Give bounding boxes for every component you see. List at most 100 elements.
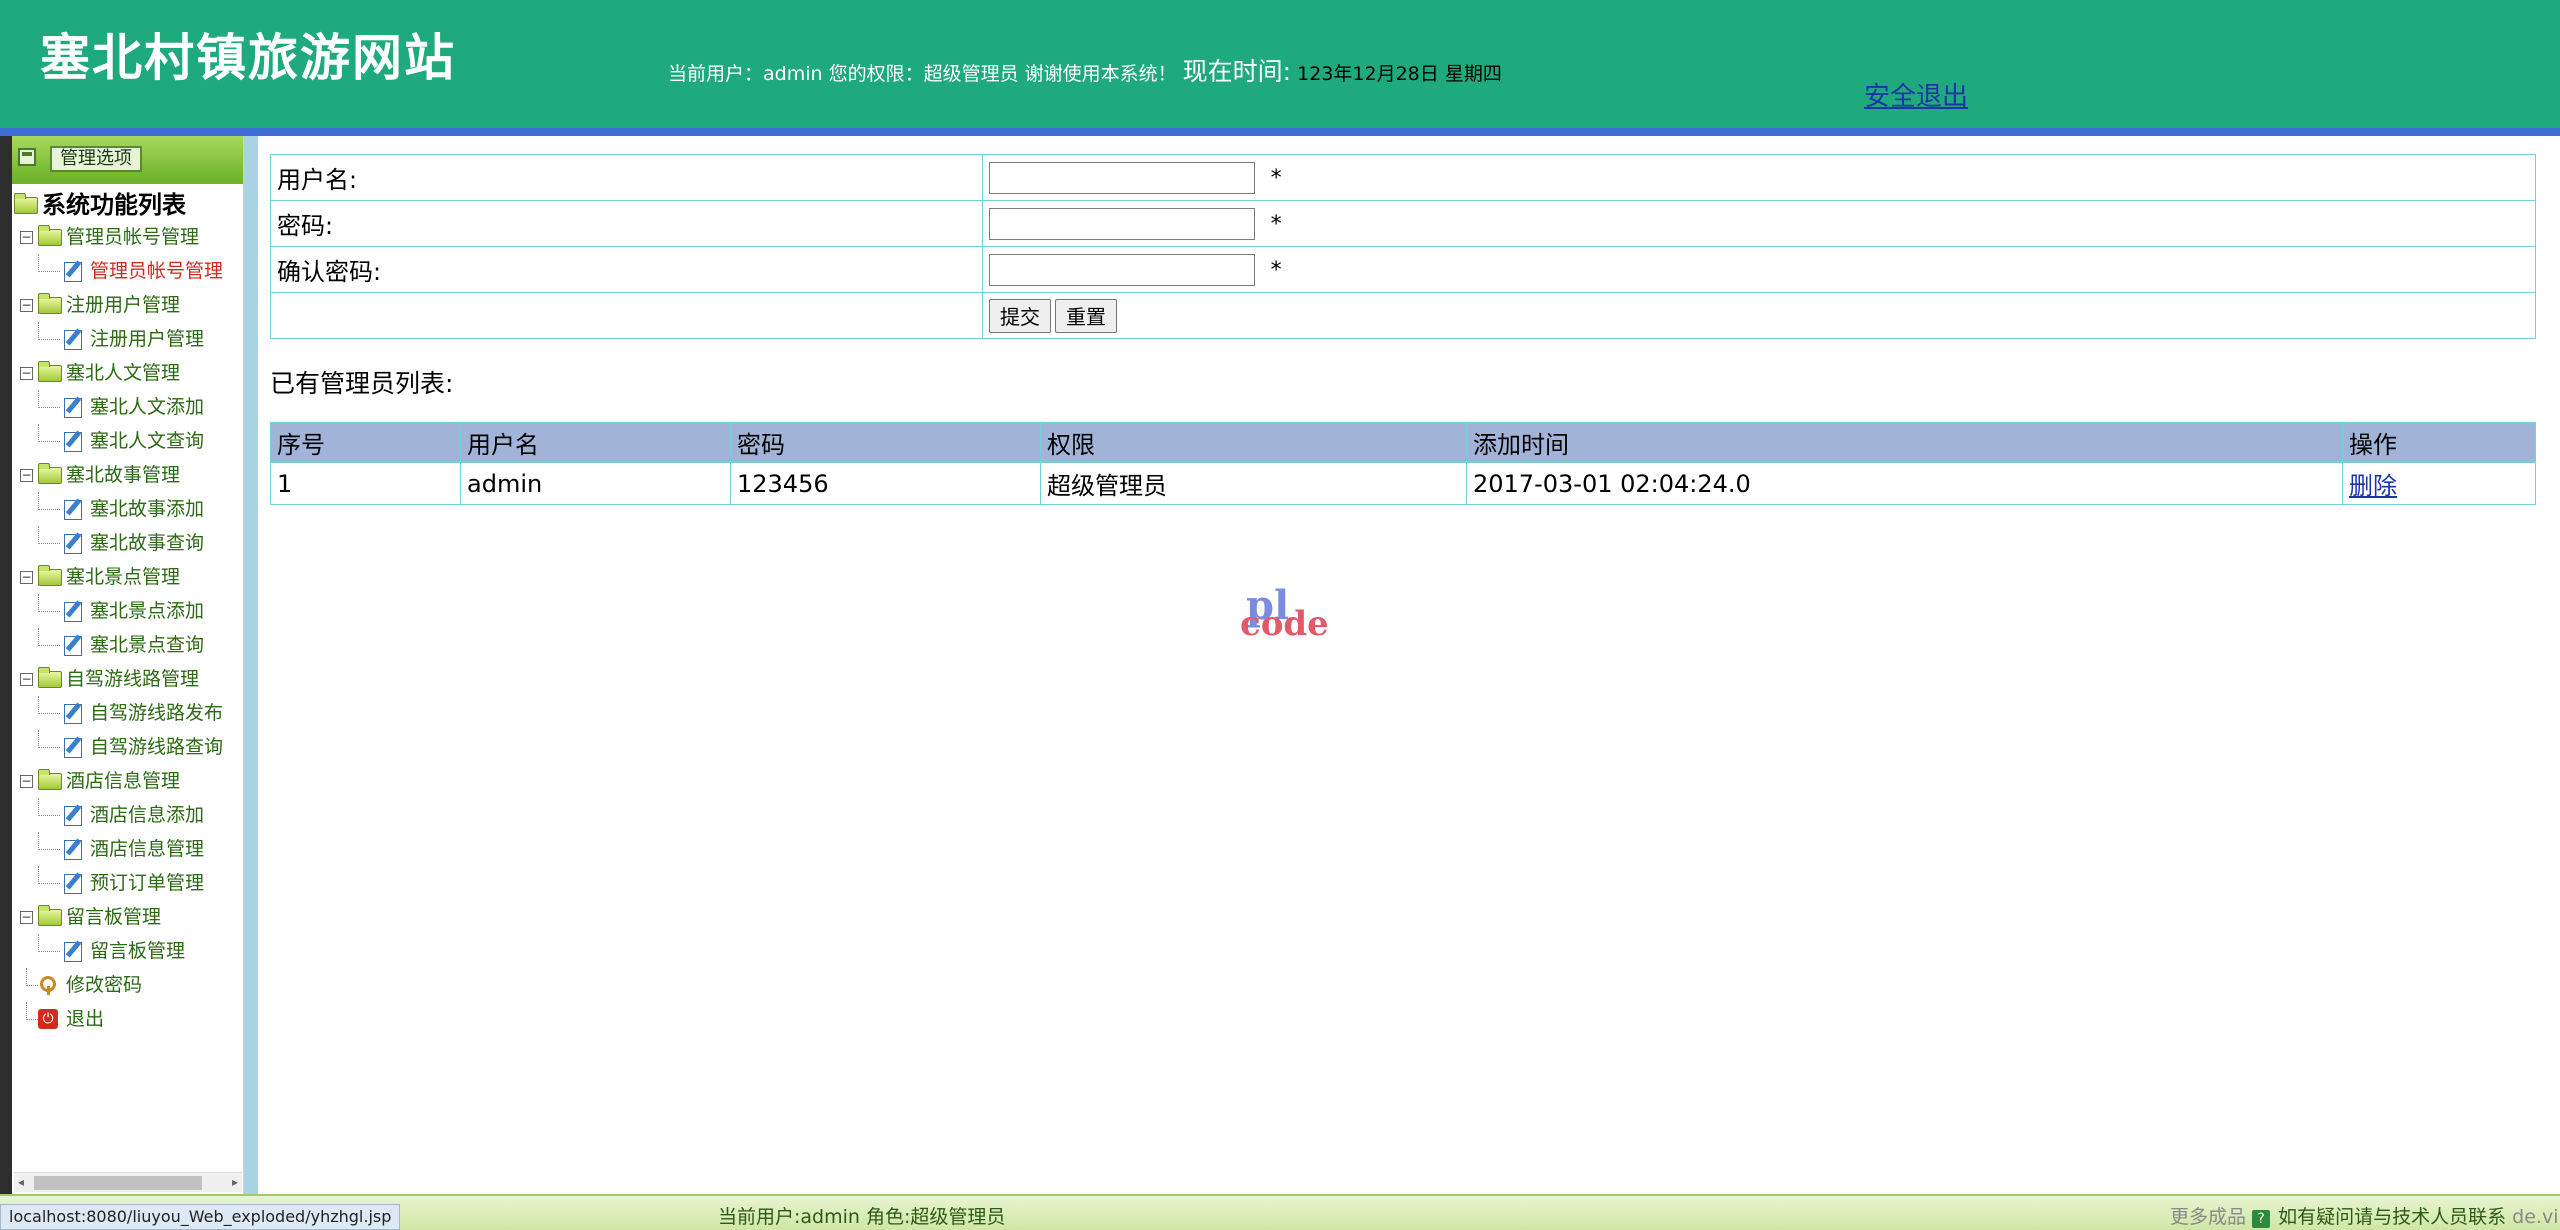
tree-item-self-drive-query[interactable]: 自驾游线路查询 (12, 730, 243, 764)
tree-item-culture-query[interactable]: 塞北人文查询 (12, 424, 243, 458)
header-divider (0, 128, 2560, 136)
password-input[interactable] (989, 207, 1255, 240)
tree-item-label: 管理员帐号管理 (90, 260, 224, 282)
collapse-icon[interactable]: − (20, 367, 33, 380)
column-header-action: 操作 (2342, 422, 2536, 463)
required-mark: * (1270, 211, 1282, 237)
tree-item-label: 酒店信息管理 (90, 838, 205, 860)
tree-group-registered-users[interactable]: − 注册用户管理 (12, 288, 243, 322)
admin-list-table: 序号 用户名 密码 权限 添加时间 操作 1 admin 123456 超级管理… (270, 422, 2536, 505)
calculator-icon (18, 148, 36, 166)
tree-group-culture[interactable]: − 塞北人文管理 (12, 356, 243, 390)
question-icon: ? (2252, 1210, 2271, 1228)
tree-item-label: 留言板管理 (90, 940, 186, 962)
tree-item-change-password[interactable]: 修改密码 (12, 968, 243, 1002)
tree-item-registered-users-manage[interactable]: 注册用户管理 (12, 322, 243, 356)
collapse-icon[interactable]: − (20, 571, 33, 584)
tree-connector (38, 730, 60, 748)
tree-group-hotel[interactable]: − 酒店信息管理 (12, 764, 243, 798)
user-info: 当前用户：admin 您的权限：超级管理员 谢谢使用本系统！ 现在时间: 123… (668, 52, 1502, 88)
tree-group-label: 塞北人文管理 (66, 362, 181, 384)
tree-item-guestbook-manage[interactable]: 留言板管理 (12, 934, 243, 968)
sidebar: 管理选项 系统功能列表 − 管理员帐号管理 管理员帐号管理 − 注册用户管理 注… (12, 136, 244, 1194)
tree-group-label: 酒店信息管理 (66, 770, 181, 792)
tree-item-booking-manage[interactable]: 预订订单管理 (12, 866, 243, 900)
tree-group-attractions[interactable]: − 塞北景点管理 (12, 560, 243, 594)
collapse-icon[interactable]: − (20, 299, 33, 312)
reset-button[interactable]: 重置 (1055, 298, 1117, 333)
manage-options-button[interactable]: 管理选项 (50, 146, 142, 172)
tree-group-self-drive[interactable]: − 自驾游线路管理 (12, 662, 243, 696)
tree-item-label: 自驾游线路查询 (90, 736, 224, 758)
main-content: 用户名: * 密码: * 确认密码: * 提交 重置 已有管理员列表: 序号 用… (258, 136, 2560, 1194)
logout-link[interactable]: 安全退出 (1864, 76, 1968, 113)
edit-doc-icon (64, 262, 82, 282)
tree-item-label: 塞北故事添加 (90, 498, 205, 520)
cell-role: 超级管理员 (1040, 462, 1467, 505)
submit-button[interactable]: 提交 (989, 298, 1051, 333)
sidebar-horizontal-scrollbar[interactable]: ◂ ▸ (14, 1172, 242, 1192)
tree-item-stories-query[interactable]: 塞北故事查询 (12, 526, 243, 560)
column-header-username: 用户名 (460, 422, 731, 463)
folder-open-icon (38, 361, 62, 382)
tree-item-label: 塞北景点查询 (90, 634, 205, 656)
tree-connector (38, 832, 60, 850)
edit-doc-icon (64, 840, 82, 860)
password-label: 密码: (270, 200, 983, 247)
time-value: 123年12月28日 星期四 (1297, 63, 1502, 85)
collapse-icon[interactable]: − (20, 673, 33, 686)
tree-root[interactable]: 系统功能列表 (12, 190, 243, 220)
time-label: 现在时间: (1182, 57, 1292, 86)
collapse-icon[interactable]: − (20, 469, 33, 482)
form-row-password: 密码: * (270, 200, 2536, 247)
tree-item-hotel-add[interactable]: 酒店信息添加 (12, 798, 243, 832)
tree-connector (38, 628, 60, 646)
cell-action: 删除 (2342, 462, 2536, 505)
edit-doc-icon (64, 602, 82, 622)
tree-item-hotel-manage[interactable]: 酒店信息管理 (12, 832, 243, 866)
tree-item-stories-add[interactable]: 塞北故事添加 (12, 492, 243, 526)
scrollbar-thumb[interactable] (34, 1176, 202, 1190)
tree-connector (38, 322, 60, 340)
tree-group-admin-account[interactable]: − 管理员帐号管理 (12, 220, 243, 254)
user-info-text: 当前用户：admin 您的权限：超级管理员 谢谢使用本系统！ (668, 63, 1177, 85)
cell-password: 123456 (730, 462, 1041, 505)
tree-connector (38, 798, 60, 816)
tree-group-guestbook[interactable]: − 留言板管理 (12, 900, 243, 934)
tree-item-self-drive-publish[interactable]: 自驾游线路发布 (12, 696, 243, 730)
scroll-right-arrow-icon[interactable]: ▸ (232, 1175, 238, 1189)
collapse-icon[interactable]: − (20, 231, 33, 244)
tree-connector (38, 594, 60, 612)
tree-connector (26, 1002, 38, 1020)
tree-group-stories[interactable]: − 塞北故事管理 (12, 458, 243, 492)
form-row-buttons: 提交 重置 (270, 292, 2536, 339)
collapse-icon[interactable]: − (20, 775, 33, 788)
sidebar-header: 管理选项 (12, 136, 243, 180)
tree-item-attractions-add[interactable]: 塞北景点添加 (12, 594, 243, 628)
tree-item-culture-add[interactable]: 塞北人文添加 (12, 390, 243, 424)
tree-connector (38, 424, 60, 442)
scroll-left-arrow-icon[interactable]: ◂ (18, 1175, 24, 1189)
tree-connector (38, 696, 60, 714)
edit-doc-icon (64, 806, 82, 826)
folder-open-icon (38, 463, 62, 484)
bottom-current-user: 当前用户:admin 角色:超级管理员 (718, 1206, 1006, 1228)
delete-link[interactable]: 删除 (2349, 472, 2397, 500)
tree-item-exit[interactable]: ⏻ 退出 (12, 1002, 243, 1036)
required-mark: * (1270, 165, 1282, 191)
tree-item-admin-account-manage[interactable]: 管理员帐号管理 (12, 254, 243, 288)
tree-connector (26, 968, 38, 986)
site-title: 塞北村镇旅游网站 (40, 29, 456, 87)
buttons-cell: 提交 重置 (982, 292, 2536, 339)
frame-divider[interactable] (244, 136, 258, 1194)
add-admin-form: 用户名: * 密码: * 确认密码: * 提交 重置 (270, 154, 2536, 339)
tree-group-label: 注册用户管理 (66, 294, 181, 316)
tree-group-label: 塞北故事管理 (66, 464, 181, 486)
username-input[interactable] (989, 161, 1255, 194)
username-label: 用户名: (270, 154, 983, 201)
collapse-icon[interactable]: − (20, 911, 33, 924)
tree-item-attractions-query[interactable]: 塞北景点查询 (12, 628, 243, 662)
confirm-password-input[interactable] (989, 253, 1255, 286)
edit-doc-icon (64, 500, 82, 520)
folder-open-icon (14, 193, 38, 214)
